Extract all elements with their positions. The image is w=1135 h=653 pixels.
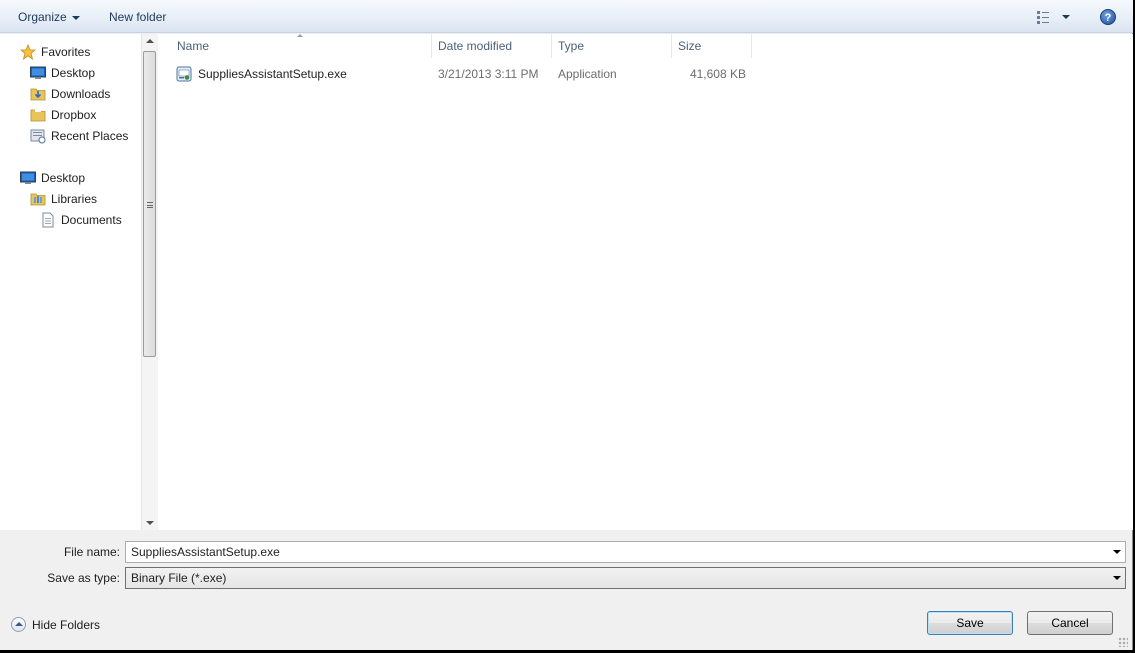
file-date-modified: 3/21/2013 3:11 PM — [438, 67, 539, 81]
scrollbar-thumb[interactable] — [143, 51, 156, 357]
cancel-button[interactable]: Cancel — [1027, 611, 1113, 635]
star-icon — [20, 44, 36, 60]
column-divider[interactable] — [551, 34, 552, 58]
views-list-icon — [1037, 11, 1070, 24]
chevron-down-icon — [71, 15, 80, 20]
file-type: Application — [558, 67, 617, 81]
change-view-button[interactable] — [1036, 9, 1074, 25]
scroll-up-icon[interactable] — [146, 39, 154, 43]
organize-label: Organize — [18, 10, 67, 24]
desktop-icon — [30, 66, 46, 79]
column-header-size[interactable]: Size — [678, 34, 751, 58]
save-dialog: Organize New folder ? Favorites Desktop … — [0, 0, 1133, 650]
scroll-down-icon[interactable] — [146, 521, 154, 525]
nav-item-label: Dropbox — [51, 108, 97, 122]
help-button[interactable]: ? — [1100, 9, 1116, 25]
nav-item-label: Documents — [61, 213, 122, 227]
nav-item-label: Desktop — [41, 171, 86, 185]
nav-item-label: Desktop — [51, 66, 96, 80]
nav-item-label: Downloads — [51, 87, 111, 101]
save-button[interactable]: Save — [927, 611, 1013, 635]
grip-icon — [147, 202, 153, 208]
new-folder-button[interactable]: New folder — [109, 9, 166, 25]
file-name-field[interactable]: SuppliesAssistantSetup.exe — [125, 541, 1126, 563]
save-as-type-select[interactable]: Binary File (*.exe) — [125, 567, 1126, 589]
nav-item-label: Libraries — [51, 192, 98, 206]
column-header-date-modified[interactable]: Date modified — [438, 34, 551, 58]
save-as-type-label: Save as type: — [47, 571, 120, 585]
file-name-label: File name: — [63, 545, 120, 559]
toolbar: Organize New folder ? — [0, 0, 1133, 33]
organize-button[interactable]: Organize — [18, 9, 80, 25]
file-size: 41,608 KB — [689, 67, 746, 81]
document-icon — [42, 212, 54, 228]
resize-grip-icon[interactable] — [1118, 637, 1128, 647]
chevron-down-icon[interactable] — [1113, 550, 1121, 554]
file-name-value: SuppliesAssistantSetup.exe — [131, 545, 280, 559]
file-name: SuppliesAssistantSetup.exe — [198, 67, 347, 81]
recent-places-icon — [30, 129, 46, 144]
nav-favorites-label: Favorites — [41, 45, 91, 59]
column-divider[interactable] — [431, 34, 432, 58]
chevron-down-icon[interactable] — [1113, 576, 1121, 580]
desktop-icon — [20, 171, 36, 184]
column-divider[interactable] — [751, 34, 752, 58]
table-row[interactable]: SuppliesAssistantSetup.exe 3/21/2013 3:1… — [176, 64, 752, 84]
navigation-pane: Favorites Desktop Downloads Dropbox Rece… — [0, 34, 141, 530]
column-divider[interactable] — [671, 34, 672, 58]
dropbox-folder-icon — [30, 108, 46, 122]
libraries-icon — [30, 193, 46, 206]
nav-item-label: Recent Places — [51, 129, 129, 143]
chevron-up-icon — [11, 617, 26, 632]
application-installer-icon — [176, 66, 192, 82]
downloads-folder-icon — [30, 88, 46, 101]
column-header-name[interactable]: Name — [177, 34, 431, 58]
column-header-type[interactable]: Type — [558, 34, 671, 58]
navigation-scrollbar[interactable] — [141, 34, 158, 530]
hide-folders-label: Hide Folders — [32, 618, 101, 632]
file-list[interactable]: Name Date modified Type Size SuppliesAss… — [158, 34, 1133, 530]
save-as-type-value: Binary File (*.exe) — [131, 571, 227, 585]
